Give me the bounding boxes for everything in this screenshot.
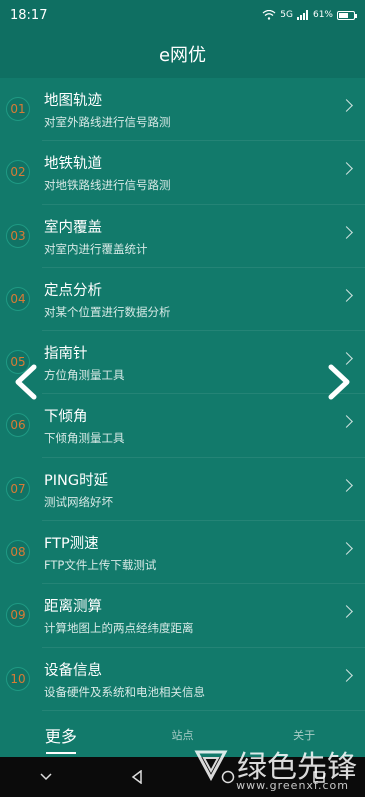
item-subtitle: 方位角测量工具 <box>44 368 125 383</box>
chevron-right-icon <box>340 605 353 619</box>
list-item[interactable]: 08 FTP测速 FTP文件上传下载测试 <box>0 521 365 585</box>
chevron-right-icon <box>340 162 353 176</box>
list-item[interactable]: 04 定点分析 对某个位置进行数据分析 <box>0 268 365 332</box>
item-title: 定点分析 <box>44 282 102 299</box>
item-title: 室内覆盖 <box>44 219 102 236</box>
chevron-right-icon <box>340 99 353 112</box>
item-title: 下倾角 <box>44 409 88 426</box>
item-number: 07 <box>6 476 30 501</box>
chevron-right-icon <box>340 478 353 492</box>
item-number: 10 <box>6 666 30 691</box>
item-number: 09 <box>6 603 30 628</box>
feature-list: 01 地图轨迹 对室外路线进行信号路测 02 地铁轨道 对地铁路线进行信号路测 … <box>0 78 365 712</box>
item-title: 地图轨迹 <box>44 93 102 109</box>
battery-icon <box>337 10 357 20</box>
next-arrow-icon[interactable] <box>321 364 355 400</box>
status-bar: 18:17 5G 61% <box>0 0 365 30</box>
list-item[interactable]: 06 下倾角 下倾角测量工具 <box>0 394 365 459</box>
item-subtitle: FTP文件上传下载测试 <box>44 558 157 573</box>
item-title: 地铁轨道 <box>44 156 102 173</box>
list-item[interactable]: 01 地图轨迹 对室外路线进行信号路测 <box>0 78 365 142</box>
item-number: 01 <box>6 97 30 121</box>
signal-icon <box>296 10 308 20</box>
item-subtitle: 对室外路线进行信号路测 <box>44 115 171 129</box>
list-item[interactable]: 05 指南针 方位角测量工具 <box>0 331 365 395</box>
chevron-right-icon <box>340 415 353 429</box>
item-number: 04 <box>6 286 30 311</box>
page-title: e网优 <box>158 45 207 66</box>
list-item[interactable]: 03 室内覆盖 对室内进行覆盖统计 <box>0 205 365 269</box>
item-subtitle: 对地铁路线进行信号路测 <box>44 178 171 193</box>
battery-level <box>339 12 348 18</box>
item-subtitle: 计算地图上的两点经纬度距离 <box>44 621 194 636</box>
chevron-right-icon <box>340 668 353 682</box>
tab-more[interactable]: 更多 <box>0 723 122 747</box>
item-number: 03 <box>6 223 30 248</box>
item-title: 距离测算 <box>44 599 102 616</box>
list-item[interactable]: 10 设备信息 设备硬件及系统和电池相关信息 <box>0 648 365 712</box>
network-label: 5G <box>280 10 293 20</box>
watermark: 绿色先锋 www.greenxf.com <box>137 734 357 794</box>
item-number: 02 <box>6 160 30 185</box>
item-subtitle: 设备硬件及系统和电池相关信息 <box>44 684 205 699</box>
wifi-icon <box>262 10 276 20</box>
item-subtitle: 下倾角测量工具 <box>44 431 125 446</box>
item-subtitle: 对某个位置进行数据分析 <box>44 304 171 319</box>
chevron-down-icon <box>40 773 52 781</box>
battery-percent: 61% <box>312 10 333 20</box>
item-number: 08 <box>6 540 30 565</box>
status-time: 18:17 <box>10 7 48 23</box>
item-title: 指南针 <box>44 346 88 363</box>
list-item[interactable]: 09 距离测算 计算地图上的两点经纬度距离 <box>0 584 365 648</box>
list-item[interactable]: 07 PING时延 测试网络好坏 <box>0 458 365 522</box>
chevron-right-icon <box>340 225 353 239</box>
chevron-right-icon <box>340 289 353 302</box>
item-subtitle: 对室内进行覆盖统计 <box>44 241 148 256</box>
nav-collapse-button[interactable] <box>30 761 62 793</box>
previous-arrow-icon[interactable] <box>10 364 44 400</box>
item-number: 06 <box>6 413 30 438</box>
status-icons: 5G 61% <box>262 10 357 20</box>
app-bar: e网优 <box>0 30 365 78</box>
list-item[interactable]: 02 地铁轨道 对地铁路线进行信号路测 <box>0 141 365 205</box>
item-subtitle: 测试网络好坏 <box>44 494 113 509</box>
watermark-logo-icon <box>194 750 228 782</box>
chevron-right-icon <box>340 542 353 555</box>
watermark-site: www.greenxf.com <box>236 779 349 792</box>
item-title: FTP测速 <box>44 536 99 553</box>
item-title: 设备信息 <box>44 662 102 679</box>
item-title: PING时延 <box>44 472 109 489</box>
